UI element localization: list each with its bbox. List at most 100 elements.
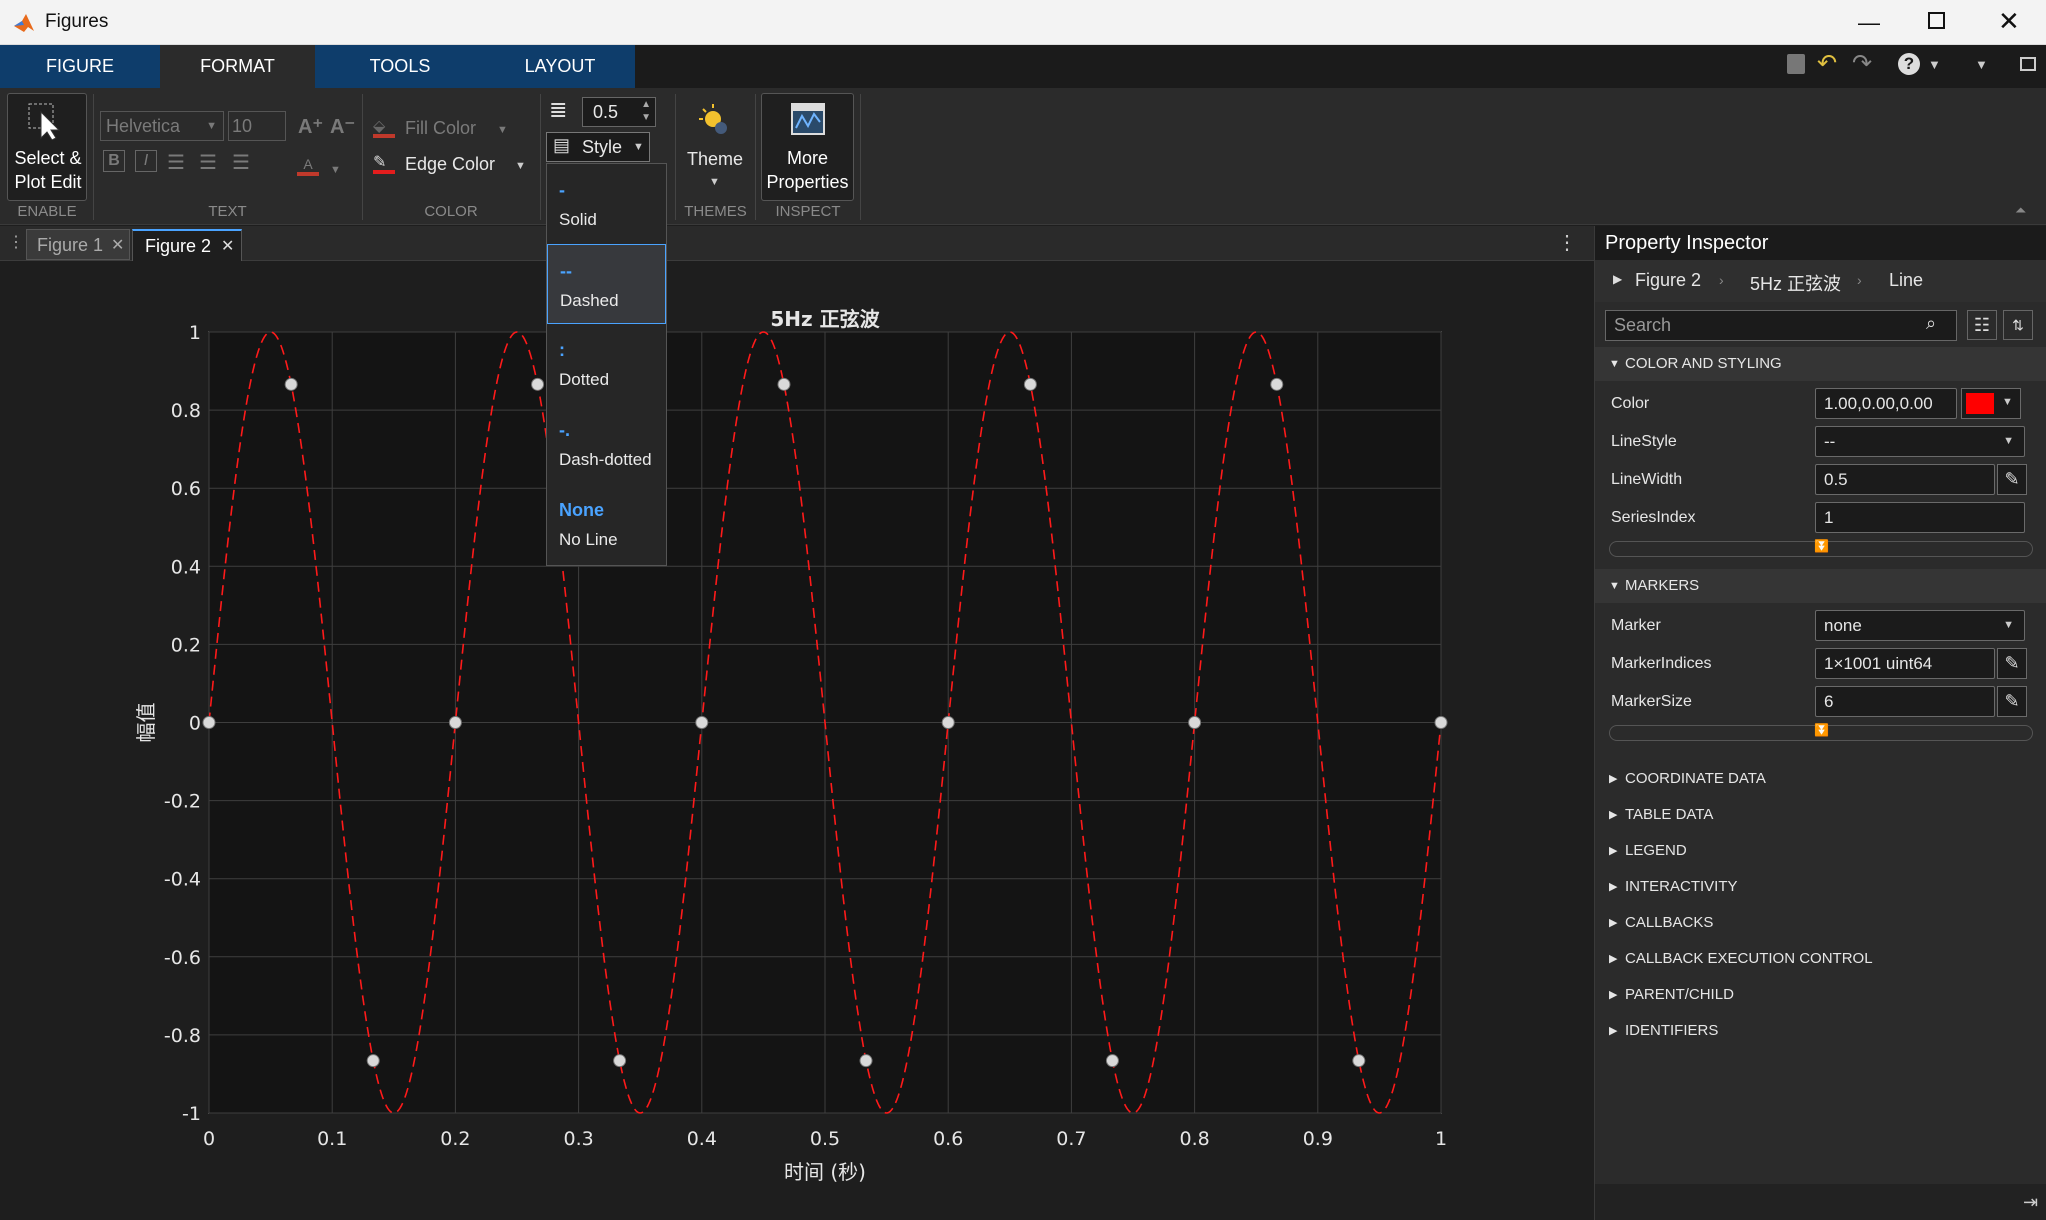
close-icon[interactable]: ✕ xyxy=(111,235,124,255)
sort-az-icon[interactable]: ⇅ xyxy=(2003,310,2033,340)
collapse-toolstrip-icon[interactable]: ▼ xyxy=(1975,57,1988,72)
data-point-marker[interactable] xyxy=(1352,1054,1366,1068)
collapse-ribbon-icon[interactable]: ⏶ xyxy=(2015,202,2026,219)
data-point-marker[interactable] xyxy=(1270,377,1284,391)
align-center-icon[interactable]: ☰ xyxy=(199,150,217,175)
expand-more-bar[interactable]: ⏬ xyxy=(1609,539,2033,557)
italic-icon[interactable]: I xyxy=(135,150,157,172)
collapse-panel-icon[interactable]: ⇥ xyxy=(2023,1192,2038,1213)
style-option-dotted[interactable]: : Dotted xyxy=(547,324,666,404)
close-icon[interactable]: ✕ xyxy=(1998,6,2020,37)
stepper-arrows-icon[interactable]: ▲ ▼ xyxy=(641,98,651,124)
data-point-marker[interactable] xyxy=(448,716,462,729)
tab-layout[interactable]: LAYOUT xyxy=(485,45,635,88)
align-right-icon[interactable]: ☰ xyxy=(232,150,250,175)
data-point-marker[interactable] xyxy=(777,377,791,391)
tab-tools[interactable]: TOOLS xyxy=(315,45,485,88)
data-point-marker[interactable] xyxy=(202,716,216,729)
theme-icon[interactable] xyxy=(695,102,731,138)
data-point-marker[interactable] xyxy=(531,377,545,391)
pencil-icon[interactable]: ✎ xyxy=(1997,464,2027,495)
maximize-icon[interactable] xyxy=(1928,12,1945,29)
section-header-collapsed[interactable]: ▶ CALLBACK EXECUTION CONTROL xyxy=(1595,941,2046,977)
property-value[interactable]: none ▼ xyxy=(1815,610,2025,641)
breadcrumb-axes[interactable]: 5Hz 正弦波 xyxy=(1750,270,1841,296)
line-width-stepper[interactable]: 0.5 ▲ ▼ xyxy=(582,97,656,127)
property-value[interactable]: 1×1001 uint64 xyxy=(1815,648,1995,679)
save-icon[interactable] xyxy=(1787,54,1805,74)
data-point-marker[interactable] xyxy=(1434,716,1448,729)
edge-color-icon[interactable]: ✎ xyxy=(373,152,395,174)
color-picker-button[interactable]: ▼ xyxy=(1961,388,2021,419)
property-value[interactable]: 0.5 xyxy=(1815,464,1995,495)
tab-figure-2[interactable]: Figure 2 ✕ xyxy=(132,229,242,261)
chevron-down-icon[interactable]: ▼ xyxy=(330,164,341,176)
minimize-icon[interactable]: — xyxy=(1858,10,1880,36)
data-point-marker[interactable] xyxy=(1105,1054,1119,1068)
tab-figure[interactable]: FIGURE xyxy=(0,45,160,88)
undo-icon[interactable]: ↶ xyxy=(1817,49,1837,78)
data-point-marker[interactable] xyxy=(1188,716,1202,729)
chevron-down-icon[interactable]: ▼ xyxy=(497,124,508,136)
chevron-down-icon[interactable]: ▼ xyxy=(709,176,720,188)
expand-more-bar[interactable]: ⏬ xyxy=(1609,723,2033,741)
style-option-dash-dotted[interactable]: -. Dash-dotted xyxy=(547,404,666,484)
more-properties-button[interactable]: More Properties xyxy=(761,93,854,201)
style-option-none[interactable]: None No Line xyxy=(547,484,666,564)
section-header[interactable]: ▼ MARKERS xyxy=(1595,569,2046,603)
section-header-collapsed[interactable]: ▶ LEGEND xyxy=(1595,833,2046,869)
align-left-icon[interactable]: ☰ xyxy=(167,150,185,175)
style-option-solid[interactable]: - Solid xyxy=(547,164,666,244)
theme-label[interactable]: Theme xyxy=(687,149,743,170)
redo-icon[interactable]: ↷ xyxy=(1852,49,1872,78)
pencil-icon[interactable]: ✎ xyxy=(1997,648,2027,679)
data-point-marker[interactable] xyxy=(859,1054,873,1068)
tab-menu-icon[interactable]: ⋮ xyxy=(8,232,24,252)
chevron-down-icon: ▼ xyxy=(633,141,644,153)
chevron-down-icon[interactable]: ▼ xyxy=(1928,57,1941,72)
style-option-dashed[interactable]: -- Dashed xyxy=(547,244,666,324)
bold-icon[interactable]: B xyxy=(103,150,125,172)
close-icon[interactable]: ✕ xyxy=(221,236,234,256)
chevron-down-icon[interactable]: ▼ xyxy=(515,160,526,172)
data-point-marker[interactable] xyxy=(941,716,955,729)
dock-icon[interactable] xyxy=(2020,57,2036,71)
property-value[interactable]: 6 xyxy=(1815,686,1995,717)
line-style-button[interactable]: ▤ Style ▼ xyxy=(546,132,650,162)
section-header[interactable]: ▼ COLOR AND STYLING xyxy=(1595,347,2046,381)
data-point-marker[interactable] xyxy=(613,1054,627,1068)
tab-figure-1[interactable]: Figure 1 ✕ xyxy=(26,229,130,260)
section-header-collapsed[interactable]: ▶ IDENTIFIERS xyxy=(1595,1013,2046,1049)
property-value[interactable]: -- ▼ xyxy=(1815,426,2025,457)
pencil-icon[interactable]: ✎ xyxy=(1997,686,2027,717)
data-point-marker[interactable] xyxy=(1023,377,1037,391)
section-header-collapsed[interactable]: ▶ PARENT/CHILD xyxy=(1595,977,2046,1013)
property-value[interactable]: 1 xyxy=(1815,502,2025,533)
data-point-marker[interactable] xyxy=(695,716,709,729)
text-color-icon[interactable]: A xyxy=(297,156,319,176)
fill-color-label[interactable]: Fill Color xyxy=(405,118,476,139)
axes[interactable]: 0 0.1 0.2 0.3 0.4 0.5 0.6 0.7 0.8 0.9 1 1 0.8 0.6 0.4 0… xyxy=(0,262,1594,1220)
section-header-collapsed[interactable]: ▶ COORDINATE DATA xyxy=(1595,761,2046,797)
fill-color-icon[interactable]: ⬙ xyxy=(373,116,395,138)
data-point-marker[interactable] xyxy=(284,377,298,391)
more-options-icon[interactable]: ⋮ xyxy=(1557,230,1577,255)
breadcrumb-line[interactable]: Line xyxy=(1889,270,1923,291)
section-header-collapsed[interactable]: ▶ TABLE DATA xyxy=(1595,797,2046,833)
search-input[interactable]: Search ⌕ xyxy=(1605,310,1957,341)
expand-icon[interactable]: ▶ xyxy=(1613,272,1622,286)
increase-font-icon[interactable]: A⁺ xyxy=(298,114,323,139)
section-header-collapsed[interactable]: ▶ INTERACTIVITY xyxy=(1595,869,2046,905)
breadcrumb-figure[interactable]: Figure 2 xyxy=(1635,270,1701,291)
section-header-collapsed[interactable]: ▶ CALLBACKS xyxy=(1595,905,2046,941)
data-point-marker[interactable] xyxy=(366,1054,380,1068)
edge-color-label[interactable]: Edge Color xyxy=(405,154,495,175)
select-plot-edit-button[interactable]: Select & Plot Edit xyxy=(7,93,87,201)
tab-format[interactable]: FORMAT xyxy=(160,45,315,88)
decrease-font-icon[interactable]: A⁻ xyxy=(330,114,355,139)
font-select[interactable]: Helvetica ▼ xyxy=(100,111,224,141)
help-icon[interactable]: ? xyxy=(1898,53,1920,75)
property-value[interactable]: 1.00,0.00,0.00 xyxy=(1815,388,1957,419)
font-size-stepper[interactable]: 10 xyxy=(228,111,286,141)
group-view-icon[interactable]: ☷ xyxy=(1967,310,1997,340)
